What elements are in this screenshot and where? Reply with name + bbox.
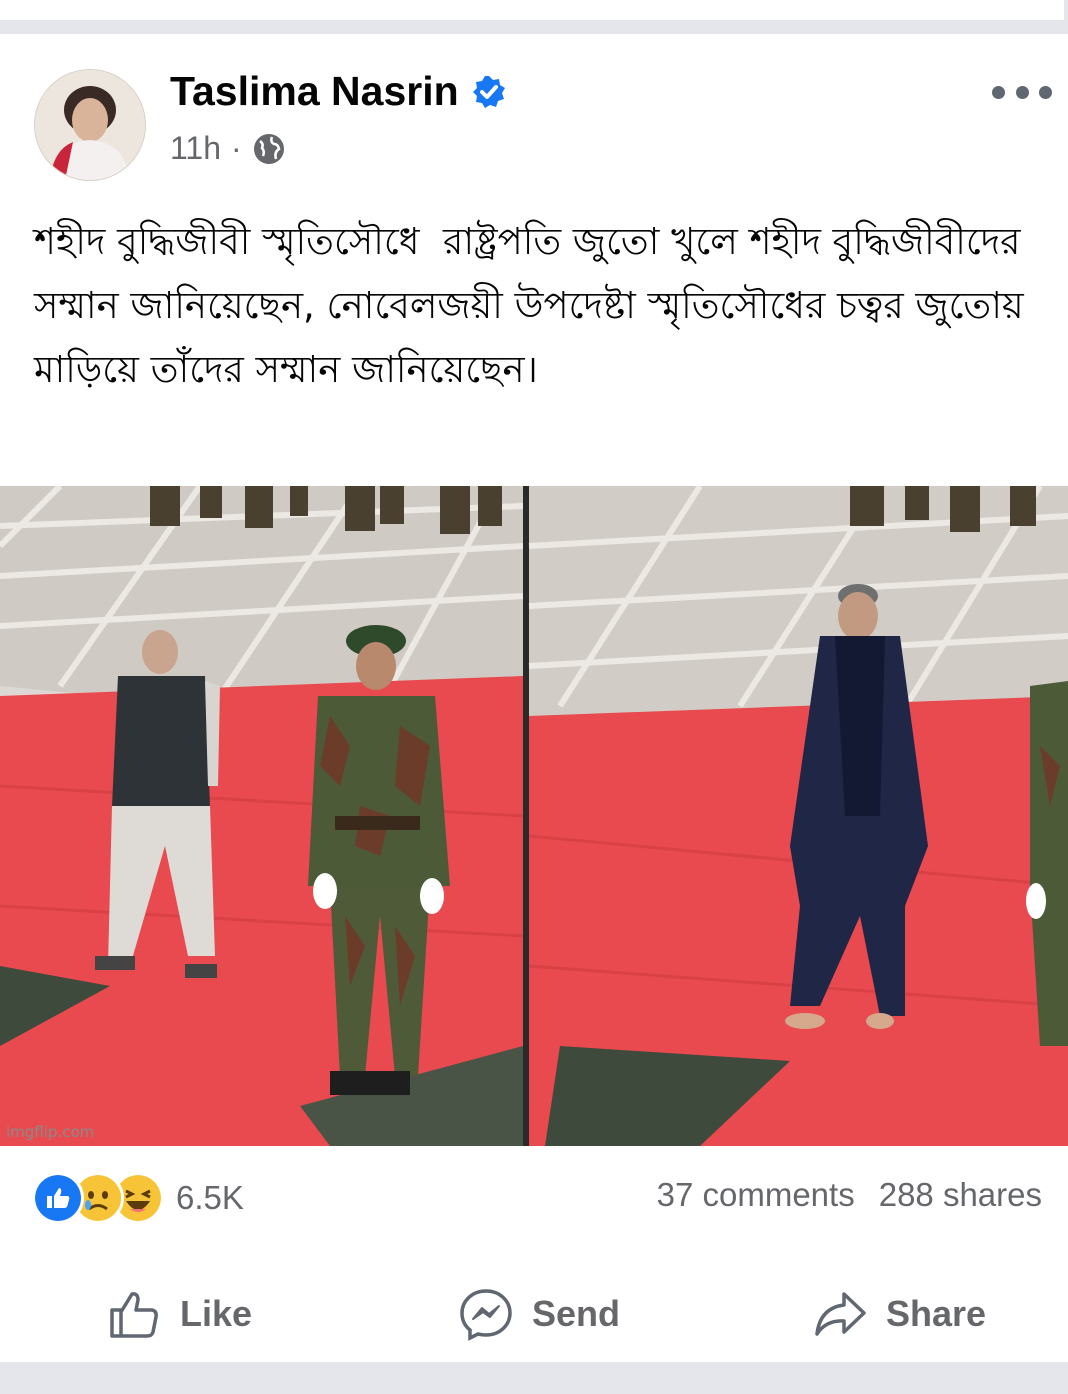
avatar[interactable] [34,69,146,181]
top-divider [0,0,1068,34]
verified-badge-icon [472,75,505,108]
share-button[interactable]: Share [812,1274,986,1354]
dot-icon [992,85,1005,99]
bottom-divider [0,1362,1068,1394]
dot-icon [1039,85,1052,99]
right-photo-panel [528,486,1068,1146]
more-options-button[interactable] [992,78,1052,106]
dot-icon [1015,85,1029,99]
post-card: Taslima Nasrin 11h · শহীদ বুদ্ধিজীবী স্ম… [0,34,1068,1362]
action-bar: Like Send Share [0,1274,1068,1354]
post-meta: 11h · [170,130,286,167]
like-reaction-icon [32,1172,84,1224]
like-button[interactable]: Like [106,1274,252,1354]
messenger-icon [460,1289,512,1341]
like-label: Like [180,1293,253,1334]
left-photo-panel [0,486,524,1146]
author-row: Taslima Nasrin [170,68,507,115]
reaction-count[interactable]: 6.5K [176,1179,244,1217]
engagement-stats: 37 comments 288 shares [657,1176,1042,1214]
meta-separator: · [231,130,242,166]
image-watermark: imgflip.com [6,1123,95,1141]
share-label: Share [886,1293,987,1334]
share-arrow-icon [815,1292,866,1336]
shares-count[interactable]: 288 shares [879,1176,1042,1214]
post-time[interactable]: 11h [170,130,221,167]
post-image[interactable]: imgflip.com [0,486,1068,1146]
post-text: শহীদ বুদ্ধিজীবী স্মৃতিসৌধে রাষ্ট্রপতি জু… [34,220,1036,391]
globe-icon [253,133,284,164]
author-name[interactable]: Taslima Nasrin [170,68,459,115]
send-label: Send [532,1293,621,1334]
send-button[interactable]: Send [458,1274,620,1354]
comments-count[interactable]: 37 comments [657,1176,855,1214]
reaction-summary[interactable]: 6.5K [32,1172,244,1224]
thumbs-up-icon [110,1292,158,1338]
